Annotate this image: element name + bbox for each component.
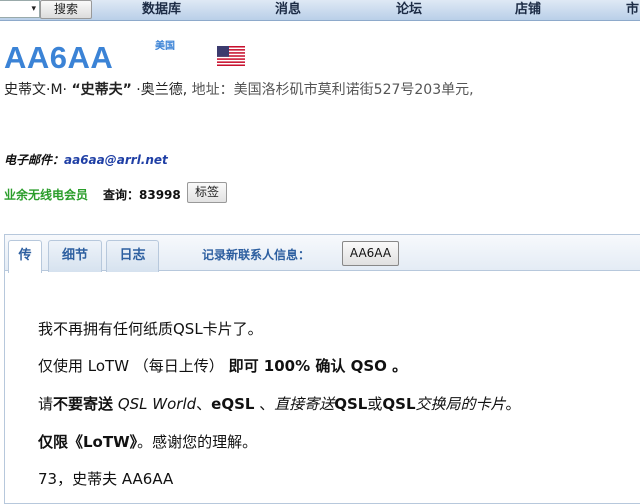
bio-line-2: 仅使用 LoTW （每日上传） 即可 100% 确认 QSO 。 [38, 355, 407, 376]
bio-line-4-text: 。感谢您的理解。 [137, 433, 258, 451]
name-suffix: ·奥兰德, [131, 82, 192, 98]
bio-line-2-text: 仅使用 LoTW （每日上传） [38, 357, 229, 375]
nickname: “史蒂夫” [71, 82, 132, 98]
bio-line-4: 仅限《LoTW》。感谢您的理解。 [38, 431, 257, 452]
bio-line-3-m: 。 [505, 395, 521, 413]
tab-bio[interactable]: 传 [8, 240, 42, 273]
bio-line-3-d: QSL World [117, 395, 197, 413]
tag-button[interactable]: 标签 [187, 182, 227, 203]
email-value[interactable]: aa6aa@arrl.net [64, 153, 168, 167]
operator-name-address: 史蒂文·M· “史蒂夫” ·奥兰德, 地址：美国洛杉矶市莫利诺街527号203单… [4, 79, 474, 99]
log-contact-button[interactable]: AA6AA [342, 241, 399, 266]
bio-line-3-k: QSL [382, 395, 416, 413]
nav-item-database[interactable]: 数据库 [142, 0, 181, 20]
callsign-title: AA6AA [4, 40, 114, 75]
email-label: 电子邮件： [4, 153, 65, 167]
top-nav-bar: ▾ 搜索 数据库 消息 论坛 店铺 市 [0, 0, 640, 21]
name-prefix: 史蒂文·M· [4, 82, 72, 98]
country-link[interactable]: 美国 [155, 37, 175, 52]
search-type-dropdown[interactable]: ▾ [0, 0, 40, 18]
membership-badge: 业余无线电会员 [4, 188, 89, 202]
bio-line-3-i: QSL [334, 395, 368, 413]
nav-item-store[interactable]: 店铺 [515, 0, 541, 20]
email-row: 电子邮件：aa6aa@arrl.net [4, 151, 168, 168]
bio-line-1: 我不再拥有任何纸质QSL卡片了。 [38, 320, 263, 338]
lookup-count: 查询：83998 [103, 188, 181, 202]
tab-details[interactable]: 细节 [48, 240, 102, 272]
nav-item-news[interactable]: 消息 [275, 0, 301, 20]
bio-line-3-h: 直接寄送 [274, 395, 335, 413]
nav-item-more[interactable]: 市 [626, 0, 639, 20]
bio-line-3-a: 请 [38, 395, 54, 413]
bio-line-3-f: eQSL [211, 395, 255, 413]
tab-log[interactable]: 日志 [106, 240, 159, 272]
chevron-down-icon: ▾ [31, 4, 36, 14]
bio-line-3-e: 、 [196, 395, 212, 413]
bio-line-3-g: 、 [254, 395, 275, 413]
bio-line-2-bold: 即可 100% 确认 QSO 。 [228, 357, 408, 375]
bio-line-3-l: 交换局的卡片 [415, 395, 506, 413]
nav-item-forums[interactable]: 论坛 [396, 0, 422, 20]
bio-line-3-j: 或 [367, 395, 383, 413]
bio-line-3: 请不要寄送 QSL World、eQSL 、直接寄送QSL或QSL交换局的卡片。 [38, 393, 521, 414]
bio-line-4-bold: 仅限《LoTW》 [38, 433, 138, 451]
search-button[interactable]: 搜索 [40, 0, 92, 19]
logger-label: 记录新联系人信息： [202, 248, 311, 262]
bio-line-5: 73，史蒂夫 AA6AA [38, 470, 174, 488]
bio-line-3-b: 不要寄送 [53, 395, 114, 413]
us-flag-icon [217, 46, 245, 66]
address: 地址：美国洛杉矶市莫利诺街527号203单元, [191, 82, 474, 98]
